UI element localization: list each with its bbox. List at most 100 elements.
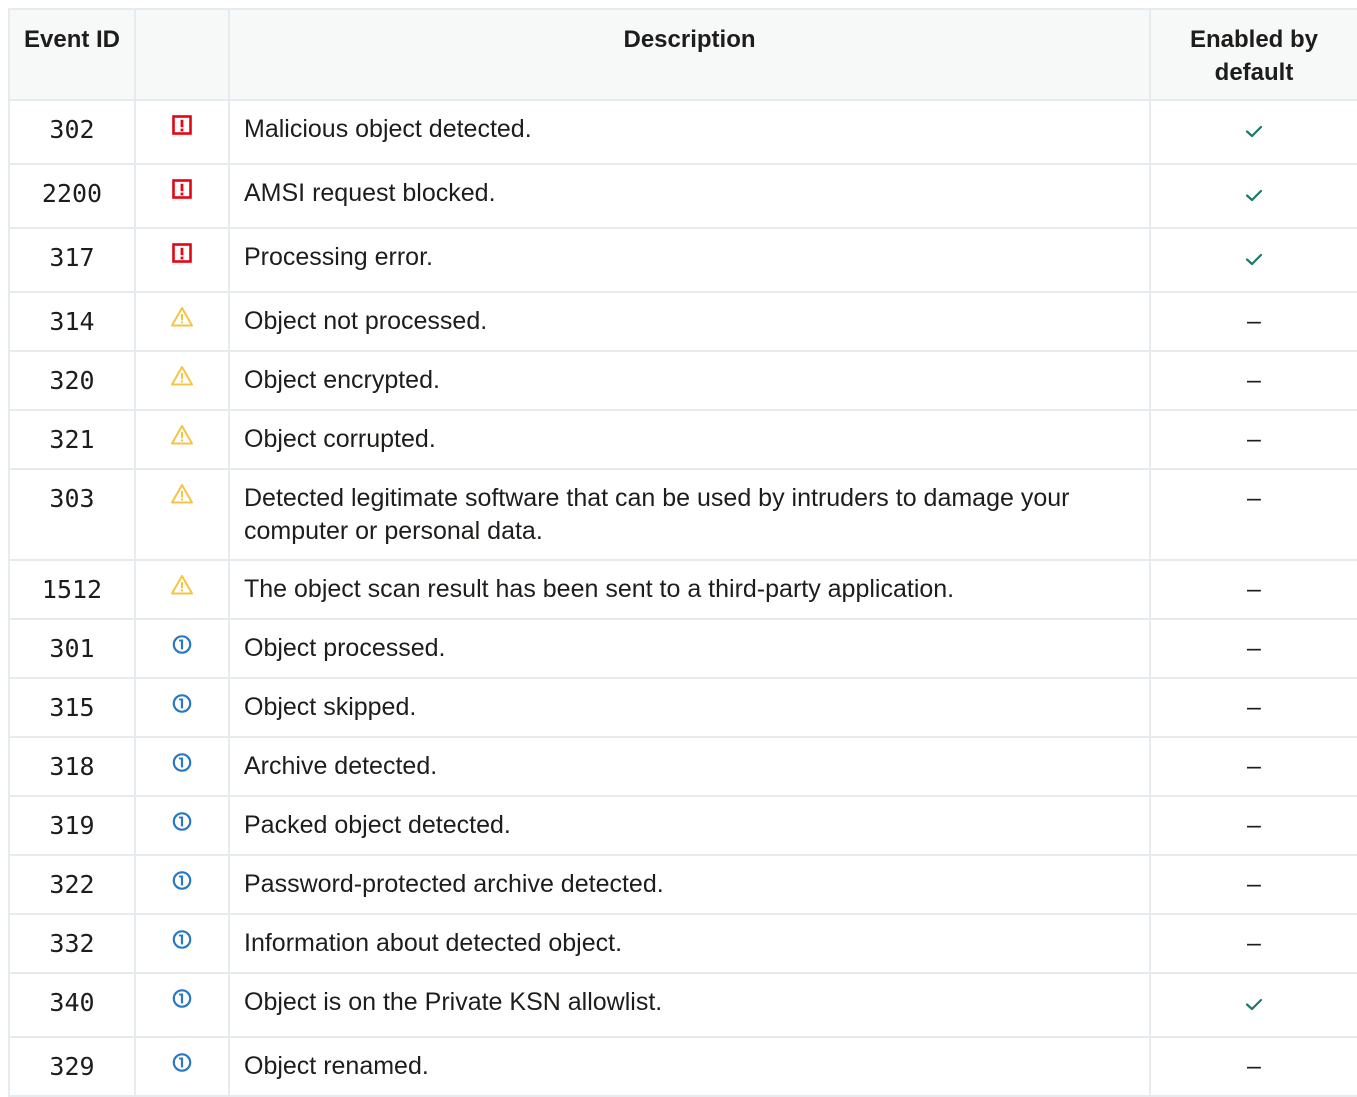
table-row: 321 Object corrupted. – <box>8 409 1357 470</box>
dash-text: – <box>1247 366 1261 394</box>
enabled-cell: – <box>1149 350 1357 411</box>
description-cell: The object scan result has been sent to … <box>228 559 1151 620</box>
table-row: 303 Detected legitimate software that can… <box>8 468 1357 561</box>
header-enabled-by-default: Enabled by default <box>1149 8 1357 101</box>
dash-text: – <box>1247 425 1261 453</box>
table-row: 322 Password-protected archive detected. – <box>8 854 1357 915</box>
severity-cell <box>134 618 230 679</box>
warning-icon <box>170 482 194 506</box>
enabled-cell: – <box>1149 618 1357 679</box>
dash-text: – <box>1247 575 1261 603</box>
description-cell: Processing error. <box>228 227 1151 293</box>
description-cell: Object encrypted. <box>228 350 1151 411</box>
enabled-cell: – <box>1149 291 1357 352</box>
header-row: Event ID Description Enabled by default <box>8 8 1357 101</box>
event-id-cell: 315 <box>8 677 136 738</box>
table-row: 315 Object skipped. – <box>8 677 1357 738</box>
dash-text: – <box>1247 693 1261 721</box>
description-cell: Malicious object detected. <box>228 99 1151 165</box>
dash-text: – <box>1247 484 1261 512</box>
enabled-cell: – <box>1149 409 1357 470</box>
enabled-cell: – <box>1149 913 1357 974</box>
table-body: 302 Malicious object detected. 2200 AMSI re… <box>8 99 1357 1097</box>
enabled-cell <box>1149 99 1357 165</box>
description-cell: Object skipped. <box>228 677 1151 738</box>
severity-cell <box>134 854 230 915</box>
event-id-cell: 332 <box>8 913 136 974</box>
table-row: 1512 The object scan result has been sent… <box>8 559 1357 620</box>
dash-text: – <box>1247 929 1261 957</box>
event-id-cell: 321 <box>8 409 136 470</box>
enabled-cell: – <box>1149 559 1357 620</box>
info-icon <box>170 750 194 774</box>
severity-cell <box>134 99 230 165</box>
description-cell: Detected legitimate software that can be… <box>228 468 1151 561</box>
description-cell: Object renamed. <box>228 1036 1151 1097</box>
description-cell: Packed object detected. <box>228 795 1151 856</box>
table-row: 340 Object is on the Private KSN allowlis… <box>8 972 1357 1038</box>
event-id-cell: 340 <box>8 972 136 1038</box>
event-id-cell: 302 <box>8 99 136 165</box>
event-id-cell: 329 <box>8 1036 136 1097</box>
table-row: 319 Packed object detected. – <box>8 795 1357 856</box>
info-icon <box>170 632 194 656</box>
description-cell: Object processed. <box>228 618 1151 679</box>
info-icon <box>170 691 194 715</box>
description-cell: Object corrupted. <box>228 409 1151 470</box>
description-cell: Object is on the Private KSN allowlist. <box>228 972 1151 1038</box>
severity-cell <box>134 227 230 293</box>
warning-icon <box>170 305 194 329</box>
event-id-cell: 322 <box>8 854 136 915</box>
event-id-cell: 1512 <box>8 559 136 620</box>
enabled-cell: – <box>1149 468 1357 561</box>
severity-cell <box>134 913 230 974</box>
info-icon <box>170 1050 194 1074</box>
severity-cell <box>134 468 230 561</box>
event-id-cell: 317 <box>8 227 136 293</box>
check-icon <box>1242 249 1266 277</box>
info-icon <box>170 986 194 1010</box>
table-row: 332 Information about detected object. – <box>8 913 1357 974</box>
header-description: Description <box>228 8 1151 101</box>
enabled-cell <box>1149 227 1357 293</box>
warning-icon <box>170 364 194 388</box>
description-cell: AMSI request blocked. <box>228 163 1151 229</box>
critical-icon <box>170 113 194 137</box>
event-id-cell: 320 <box>8 350 136 411</box>
description-cell: Password-protected archive detected. <box>228 854 1151 915</box>
enabled-cell: – <box>1149 854 1357 915</box>
severity-cell <box>134 677 230 738</box>
check-icon <box>1242 994 1266 1022</box>
event-id-cell: 303 <box>8 468 136 561</box>
dash-text: – <box>1247 811 1261 839</box>
table-row: 301 Object processed. – <box>8 618 1357 679</box>
enabled-cell: – <box>1149 736 1357 797</box>
event-id-cell: 314 <box>8 291 136 352</box>
dash-text: – <box>1247 1052 1261 1080</box>
table-row: 320 Object encrypted. – <box>8 350 1357 411</box>
warning-icon <box>170 573 194 597</box>
warning-icon <box>170 423 194 447</box>
header-icon <box>134 8 230 101</box>
info-icon <box>170 927 194 951</box>
description-cell: Archive detected. <box>228 736 1151 797</box>
table-row: 314 Object not processed. – <box>8 291 1357 352</box>
enabled-cell: – <box>1149 1036 1357 1097</box>
description-cell: Object not processed. <box>228 291 1151 352</box>
enabled-cell: – <box>1149 677 1357 738</box>
dash-text: – <box>1247 752 1261 780</box>
severity-cell <box>134 972 230 1038</box>
table-row: 329 Object renamed. – <box>8 1036 1357 1097</box>
table-row: 317 Processing error. <box>8 227 1357 293</box>
critical-icon <box>170 241 194 265</box>
dash-text: – <box>1247 307 1261 335</box>
check-icon <box>1242 185 1266 213</box>
event-id-cell: 318 <box>8 736 136 797</box>
severity-cell <box>134 291 230 352</box>
table-row: 302 Malicious object detected. <box>8 99 1357 165</box>
severity-cell <box>134 1036 230 1097</box>
enabled-cell: – <box>1149 795 1357 856</box>
severity-cell <box>134 736 230 797</box>
table-row: 2200 AMSI request blocked. <box>8 163 1357 229</box>
description-cell: Information about detected object. <box>228 913 1151 974</box>
